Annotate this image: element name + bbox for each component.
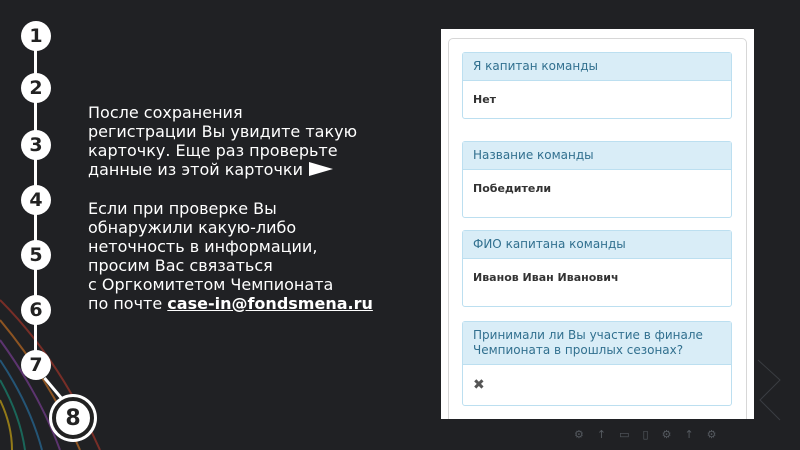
phone-icon[interactable]: ▯ xyxy=(643,428,649,442)
panel-header: Принимали ли Вы участие в финале Чемпион… xyxy=(463,322,731,365)
instruction-text: После сохранения регистрации Вы увидите … xyxy=(88,103,388,313)
instruction-line-text: данные из этой карточки xyxy=(88,160,303,179)
gear-icon[interactable]: ⚙ xyxy=(574,428,584,442)
contact-line: просим Вас связаться xyxy=(88,255,273,275)
panel-header: Название команды xyxy=(463,142,731,170)
panel-value: Победители xyxy=(473,182,552,195)
instruction-line: карточку. Еще раз проверьте xyxy=(88,141,338,160)
panel-captain-name: ФИО капитана команды Иванов Иван Иванови… xyxy=(462,230,732,307)
cross-icon: ✖ xyxy=(473,377,485,393)
gear-icon[interactable]: ⚙ xyxy=(707,428,717,442)
email-link[interactable]: case-in@fondsmena.ru xyxy=(167,294,373,313)
contact-line: Если при проверке Вы xyxy=(88,198,277,218)
step-8-current: 8 xyxy=(52,397,94,439)
panel-header: Я капитан команды xyxy=(463,53,731,81)
monitor-icon[interactable]: ▭ xyxy=(619,428,629,442)
arrow-right-icon xyxy=(308,161,333,181)
step-7: 7 xyxy=(21,350,51,380)
panel-captain: Я капитан команды Нет xyxy=(462,52,732,119)
step-4: 4 xyxy=(21,185,51,215)
panel-header: ФИО капитана команды xyxy=(463,231,731,259)
registration-card-screenshot: Я капитан команды Нет Название команды П… xyxy=(441,29,754,419)
step-2: 2 xyxy=(21,73,51,103)
panel-value: ✖ xyxy=(463,365,731,405)
step-3: 3 xyxy=(21,130,51,160)
contact-line: по почте case-in@fondsmena.ru xyxy=(88,294,388,313)
footer-icons: ⚙ ↑ ▭ ▯ ⚙ ↑ ⚙ xyxy=(574,428,774,442)
registration-card: Я капитан команды Нет Название команды П… xyxy=(448,38,747,419)
panel-value: Нет xyxy=(473,93,497,106)
step-1: 1 xyxy=(21,21,51,51)
email-prefix: по почте xyxy=(88,293,168,313)
step-6: 6 xyxy=(21,295,51,325)
gear-icon[interactable]: ⚙ xyxy=(662,428,672,442)
upload-icon[interactable]: ↑ xyxy=(684,428,693,442)
panel-value: Иванов Иван Иванович xyxy=(473,271,619,284)
contact-line: обнаружили какую-либо xyxy=(88,217,297,237)
step-5: 5 xyxy=(21,240,51,270)
contact-line: с Оргкомитетом Чемпионата xyxy=(88,274,334,294)
instruction-line: регистрации Вы увидите такую xyxy=(88,122,358,141)
panel-team-name: Название команды Победители xyxy=(462,141,732,218)
panel-previous-participation: Принимали ли Вы участие в финале Чемпион… xyxy=(462,321,732,406)
upload-icon[interactable]: ↑ xyxy=(597,428,606,442)
instruction-line: данные из этой карточки xyxy=(88,160,388,181)
instruction-line: После сохранения xyxy=(88,103,243,122)
contact-line: неточность в информации, xyxy=(88,236,318,256)
